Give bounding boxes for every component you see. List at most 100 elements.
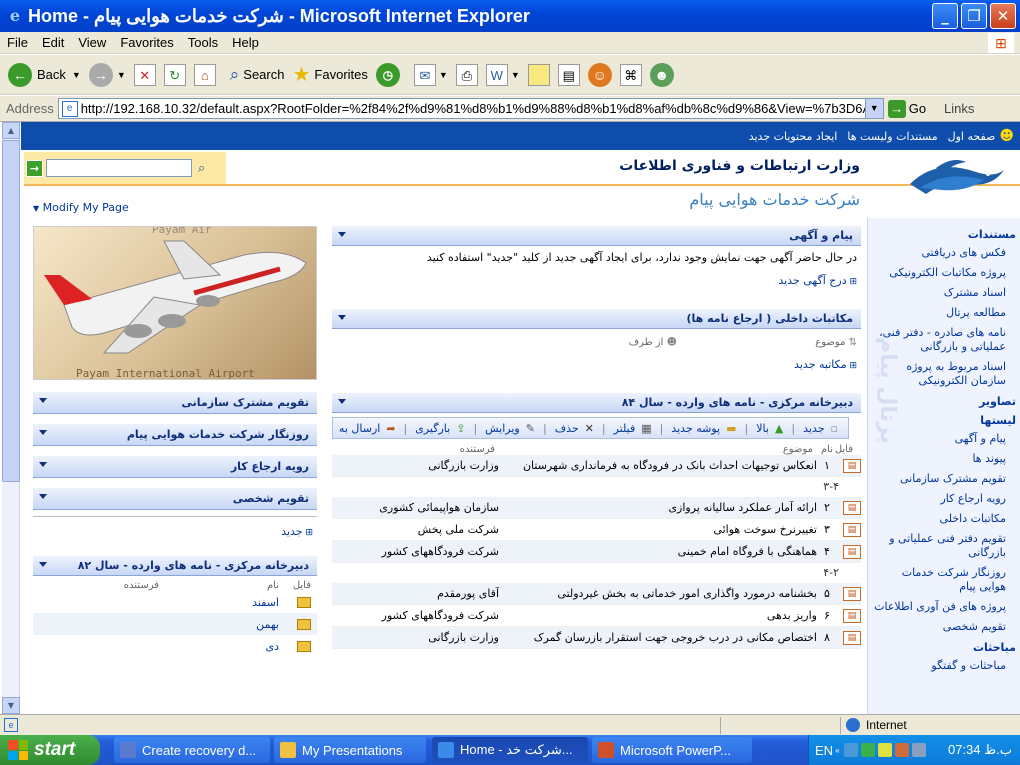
document-icon[interactable]: ▤ [843,522,861,537]
list-item[interactable]: بهمن [33,613,317,635]
vertical-scrollbar[interactable]: ▲ ▼ [2,122,20,714]
search-button[interactable]: ⌕ Search [230,65,285,85]
menu-edit[interactable]: Edit [35,35,71,50]
up-button[interactable]: ▲ بالا [750,422,789,435]
webpart-menu-icon[interactable] [39,398,47,403]
new-folder-button[interactable]: ▬ پوشه جدید [665,422,742,435]
forward-button[interactable]: → ▼ [88,62,126,87]
table-row[interactable]: ▤ ۵ بخشنامه درمورد واگذاری امور خدماتی به … [332,583,861,605]
nav-documents-lists[interactable]: مستندات ولیست ها [847,130,937,143]
row-number[interactable]: ۸ [817,631,837,644]
address-input[interactable]: e http://192.168.10.32/default.aspx?Root… [57,98,884,119]
row-number[interactable]: ۵ [817,587,837,600]
nav-item-personal-calendar[interactable]: تقویم شخصی [872,617,1016,637]
row-number[interactable]: ۶ [817,609,837,622]
close-button[interactable]: ✕ [990,3,1016,29]
tray-app-icon[interactable] [894,743,909,757]
row-number[interactable]: ۲ [817,501,837,514]
webpart-menu-icon[interactable] [39,494,47,499]
edit-doc-button[interactable]: ✎ ویرایش [479,422,541,435]
add-announcement-link[interactable]: درج آگهی جدید [332,270,861,291]
links-toolbar[interactable]: Links [944,101,974,116]
table-row[interactable]: ▤ ۱ انعکاس توجیهات احداث بانک در فرودگاه ب… [332,455,861,477]
inbox-82-title[interactable]: دبیرخانه مرکزی - نامه های وارده - سال ۸۲ [78,559,309,572]
announcements-title[interactable]: پیام و آگهی [789,229,853,242]
scroll-up-icon[interactable]: ▲ [2,122,20,139]
nav-item-company-diary[interactable]: روزنگار شرکت خدمات هوایی پیام [872,563,1016,597]
nav-item-internal-correspondence[interactable]: مکاتبات داخلی [872,509,1016,529]
table-row[interactable]: ▤ ۶ واریز بدهی شرکت فرودگاههای کشور [332,605,861,627]
upload-button[interactable]: ⇪ بارگیری [409,422,471,435]
new-item-link[interactable]: جدید [33,516,317,546]
webpart-menu-icon[interactable] [338,399,346,404]
internal-correspondence-title[interactable]: مکاتبات داخلی ( ارجاع نامه ها) [687,312,853,325]
scroll-thumb[interactable] [2,140,20,482]
edit-button[interactable]: W ▼ [485,63,520,86]
col-file[interactable]: فایل [279,580,311,591]
task-my-presentations[interactable]: My Presentations [274,737,426,763]
list-item[interactable]: اسفند [33,591,317,613]
col-name[interactable]: نام [159,580,279,591]
nav-item-links[interactable]: پیوند ها [872,449,1016,469]
nav-section-discussions[interactable]: مباحثات [872,639,1016,656]
tray-app-icon[interactable] [877,743,892,757]
folder-name[interactable]: بهمن [159,618,279,631]
company-diary-title[interactable]: روزنگار شرکت خدمات هوایی پیام [127,428,309,441]
nav-item-discussions[interactable]: مباحثات و گفتگو [872,656,1016,676]
history-button[interactable]: ◷ [375,62,400,87]
webpart-menu-icon[interactable] [338,232,346,237]
tray-app-icon[interactable] [860,743,875,757]
messenger-button[interactable]: ☺ [587,62,612,87]
filter-button[interactable]: ▦ فیلتر [608,422,658,435]
modify-my-page-link[interactable]: ▼ Modify My Page [33,201,129,214]
table-row[interactable]: ▤ ۳ تغییرنرخ سوخت هوائی شرکت ملی پخش [332,519,861,541]
media-button[interactable]: ⌘ [619,63,642,86]
document-icon[interactable]: ▤ [843,544,861,559]
list-item[interactable]: دی [33,635,317,657]
row-number[interactable]: ۴ [817,545,837,558]
folder-name[interactable]: دی [159,640,279,653]
add-correspondence-link[interactable]: مکاتبه جدید [332,354,861,375]
nav-item-shared-calendar[interactable]: تقویم مشترک سازمانی [872,469,1016,489]
col-subject[interactable]: ⇅ موضوع [677,337,857,348]
new-doc-button[interactable]: ▫ جدید [797,422,844,435]
go-arrow-icon[interactable]: → [26,159,43,177]
document-icon[interactable]: ▤ [843,586,861,601]
address-dropdown-icon[interactable]: ▼ [864,99,883,118]
webpart-menu-icon[interactable] [39,562,47,567]
folder-name[interactable]: اسفند [159,596,279,609]
group-row[interactable]: ۴-۲ [332,563,861,583]
shared-calendar-title[interactable]: تقویم مشترک سازمانی [182,396,309,409]
maximize-button[interactable]: ❐ [961,3,987,29]
inbox-84-title[interactable]: دبیرخانه مرکزی - نامه های وارده - سال ۸۴ [622,396,853,409]
nav-item-work-referral[interactable]: رویه ارجاع کار [872,489,1016,509]
task-powerpoint[interactable]: Microsoft PowerP... [592,737,752,763]
nav-home[interactable]: صفحه اول [948,130,996,143]
col-file[interactable]: فایل [833,444,857,455]
search-input[interactable] [46,159,192,177]
document-icon[interactable]: ▤ [843,500,861,515]
language-indicator[interactable]: EN [815,743,833,758]
clock[interactable]: 07:34 ب.ظ [948,742,1012,758]
col-subject[interactable]: موضوع [495,444,813,455]
menu-file[interactable]: File [0,35,35,50]
volume-icon[interactable] [911,743,926,757]
work-referral-title[interactable]: رویه ارجاع کار [231,460,309,473]
nav-item-technical-calendar[interactable]: تقویم دفتر فنی عملیاتی و بازرگانی [872,529,1016,563]
start-button[interactable]: start [0,735,100,765]
go-button[interactable]: → Go [887,99,926,118]
nav-item-it-projects[interactable]: پروژه های فن آوری اطلاعات [872,597,1016,617]
home-button[interactable]: ⌂ [193,63,216,86]
menu-tools[interactable]: Tools [181,35,225,50]
row-number[interactable]: ۳ [817,523,837,536]
table-row[interactable]: ▤ ۲ ارائه آمار عملکرد سالیانه پروازی سازمان… [332,497,861,519]
back-button[interactable]: ← Back ▼ [8,62,81,87]
print-button[interactable]: ⎙ [455,63,478,86]
task-home-ie[interactable]: Home - شرکت خد... [432,737,588,763]
document-icon[interactable]: ▤ [843,458,861,473]
menu-favorites[interactable]: Favorites [113,35,180,50]
group-row[interactable]: ۳-۴ [332,477,861,497]
table-row[interactable]: ▤ ۸ اختصاص مکانی در درب خروجی جهت استقرار … [332,627,861,649]
minimize-button[interactable]: _ [932,3,958,29]
search-icon[interactable]: ⌕ [198,161,205,176]
